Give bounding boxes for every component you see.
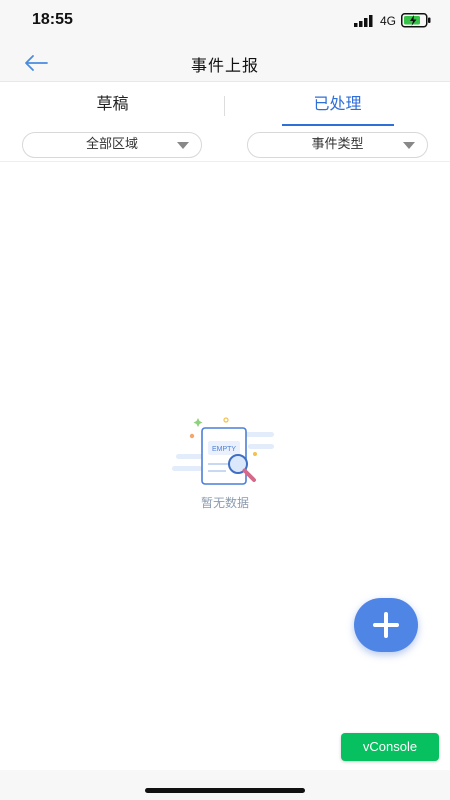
event-type-filter-dropdown[interactable]: 事件类型 [247,132,428,158]
home-indicator[interactable] [145,788,305,793]
nav-bar: 事件上报 [0,44,450,82]
active-tab-indicator [282,124,394,126]
battery-charging-icon [401,13,431,28]
network-label: 4G [380,14,397,28]
signal-bars-icon [354,15,373,27]
tab-bar: 草稿 已处理 [0,82,450,128]
filter-bar: 全部区域 事件类型 [0,128,450,162]
plus-icon [373,612,399,638]
caret-down-icon [177,142,189,149]
home-indicator-area [0,770,450,800]
app-screen: 18:55 4G 事件上报 草稿 已处理 全部区域 事件类型 EMPTY 暂无数… [0,0,450,800]
tab-processed[interactable]: 已处理 [225,82,450,128]
area-filter-label: 全部区域 [85,137,138,152]
empty-badge-label: EMPTY [212,446,236,453]
tab-drafts[interactable]: 草稿 [0,82,225,128]
vconsole-button[interactable]: vConsole [341,733,439,761]
page-title: 事件上报 [190,56,259,75]
area-filter-dropdown[interactable]: 全部区域 [22,132,202,158]
caret-down-icon [403,142,415,149]
event-list: EMPTY 暂无数据 [0,162,450,770]
empty-message: 暂无数据 [200,496,249,510]
empty-state-icon: EMPTY [172,417,274,485]
add-event-button[interactable] [354,598,418,652]
status-bar: 18:55 4G [0,0,450,44]
status-time: 18:55 [32,11,73,28]
event-type-filter-label: 事件类型 [311,137,364,152]
